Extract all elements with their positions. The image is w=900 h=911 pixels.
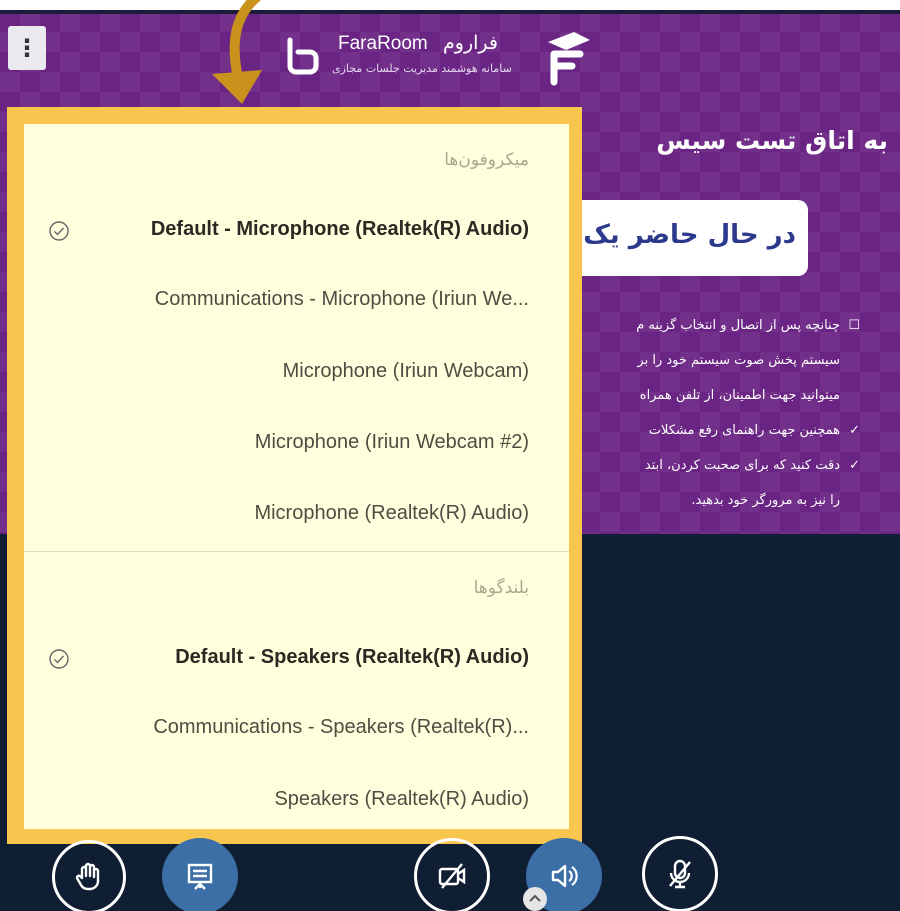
speaker-icon <box>551 864 578 888</box>
welcome-heading: به اتاق تست سیس <box>656 126 888 155</box>
presentation-icon <box>187 863 213 890</box>
note-item: سیستم پخش صوت سیستم خود را بر <box>637 353 840 368</box>
note-item: را نیز به مرورگر خود بدهید. <box>691 493 840 508</box>
microphone-option[interactable]: Communications - Microphone (Iriun We... <box>24 288 529 311</box>
speaker-option[interactable]: Default - Speakers (Realtek(R) Audio) <box>24 646 529 669</box>
kebab-icon: ⋮ <box>15 34 39 62</box>
brand-title: FaraRoom فراروم <box>338 32 498 55</box>
checkmark-icon: ✓ <box>849 423 860 438</box>
microphone-option[interactable]: Microphone (Realtek(R) Audio) <box>24 502 529 525</box>
notes-list: ☐چنانچه پس از اتصال و انتخاب گزینه م سیس… <box>560 308 860 518</box>
microphones-section-title: میکروفون‌ها <box>444 150 529 170</box>
brand-subtitle: سامانه هوشمند مدیریت جلسات مجازی <box>332 62 512 75</box>
brand-header: FaraRoom فراروم سامانه هوشمند مدیریت جلس… <box>282 28 602 98</box>
raise-hand-icon <box>75 862 100 891</box>
status-box: در حال حاضر یک مو <box>542 200 808 276</box>
speaker-option[interactable]: Speakers (Realtek(R) Audio) <box>24 788 529 811</box>
options-menu-button[interactable]: ⋮ <box>8 26 46 70</box>
presentation-button[interactable] <box>162 838 238 911</box>
menu-divider <box>24 551 569 552</box>
org-logo-icon <box>287 37 319 75</box>
raise-hand-button[interactable] <box>52 840 126 911</box>
audio-device-menu: میکروفون‌ها Default - Microphone (Realte… <box>24 124 569 829</box>
pointer-arrow-icon <box>212 0 262 104</box>
microphone-option[interactable]: Microphone (Iriun Webcam) <box>24 360 529 383</box>
brand-name-fa: فراروم <box>443 33 498 54</box>
note-item: ☐چنانچه پس از اتصال و انتخاب گزینه م <box>560 308 860 343</box>
checkbox-icon: ☐ <box>848 318 860 333</box>
microphone-button[interactable] <box>642 836 718 911</box>
brand-name-en: FaraRoom <box>338 33 428 54</box>
chevron-up-icon <box>529 894 541 902</box>
fararoom-logo-icon <box>548 32 590 86</box>
microphone-option[interactable]: Default - Microphone (Realtek(R) Audio) <box>24 218 529 241</box>
speakers-section-title: بلندگوها <box>473 578 529 598</box>
camera-off-icon <box>438 863 466 889</box>
audio-options-caret[interactable] <box>523 887 547 911</box>
camera-toggle-button[interactable] <box>414 838 490 911</box>
speaker-option[interactable]: Communications - Speakers (Realtek(R)... <box>24 716 529 739</box>
note-item: ✓دقت کنید که برای صحبت کردن، ابتد <box>560 448 860 483</box>
checkmark-icon: ✓ <box>849 458 860 473</box>
note-item: ✓همچنین جهت راهنمای رفع مشکلات <box>560 413 860 448</box>
note-item: میتوانید جهت اطمینان، از تلفن همراه <box>639 388 840 403</box>
top-border <box>0 10 900 14</box>
app-window: ⋮ FaraRoom فراروم سامانه هوشمند مدیریت ج… <box>0 0 900 911</box>
microphone-option[interactable]: Microphone (Iriun Webcam #2) <box>24 431 529 454</box>
mic-muted-icon <box>669 859 691 889</box>
